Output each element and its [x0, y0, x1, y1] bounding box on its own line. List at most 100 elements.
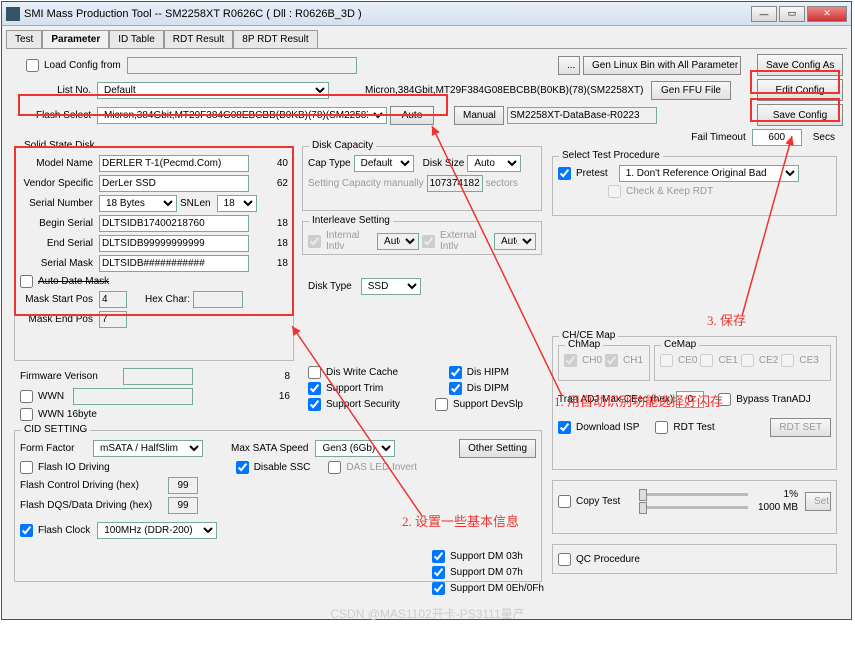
mb-slider[interactable]	[639, 502, 647, 514]
list-no-select[interactable]: Default	[97, 82, 329, 99]
pretest-check[interactable]	[558, 167, 571, 180]
model-name-field[interactable]	[99, 155, 249, 172]
edit-config-button[interactable]: Edit Config	[757, 79, 843, 101]
dwc-check[interactable]	[308, 366, 321, 379]
serial-select[interactable]: 18 Bytes	[99, 195, 177, 212]
mask-field[interactable]	[99, 255, 249, 272]
qc-label: QC Procedure	[576, 554, 640, 565]
browse-button[interactable]: ...	[558, 56, 580, 75]
snlen-select[interactable]: 18	[217, 195, 257, 212]
tab-idtable[interactable]: ID Table	[109, 30, 164, 48]
s07-label: Support DM 07h	[450, 567, 523, 578]
s0e-check[interactable]	[432, 582, 445, 595]
flash-select-label: Flash Select	[26, 110, 94, 121]
fdd-field[interactable]	[168, 497, 198, 514]
fw-field[interactable]	[123, 368, 193, 385]
load-config-field[interactable]	[127, 57, 357, 74]
sdev-check[interactable]	[435, 398, 448, 411]
other-setting-button[interactable]: Other Setting	[459, 439, 536, 458]
ce0-label: CE0	[678, 355, 697, 366]
gen-linux-button[interactable]: Gen Linux Bin with All Parameter	[583, 56, 741, 75]
dwc-label: Dis Write Cache	[326, 367, 398, 378]
clock-select[interactable]: 100MHz (DDR-200)	[97, 522, 217, 539]
disktype-label: Disk Type	[308, 281, 352, 292]
wwn16-check[interactable]	[20, 408, 33, 421]
fcd-field[interactable]	[168, 477, 198, 494]
save-config-button[interactable]: Save Config	[757, 104, 843, 126]
ssc-check[interactable]	[236, 461, 249, 474]
external-label: External Intlv	[440, 230, 491, 252]
das-check[interactable]	[328, 461, 341, 474]
pretest-label: Pretest	[576, 168, 608, 179]
sata-select[interactable]: Gen3 (6Gb)	[315, 440, 395, 457]
tab-rdt[interactable]: RDT Result	[164, 30, 234, 48]
ff-select[interactable]: mSATA / HalfSlim	[93, 440, 203, 457]
set-button[interactable]: Set	[805, 492, 831, 511]
external-select[interactable]: Auto	[494, 233, 536, 250]
qc-check[interactable]	[558, 553, 571, 566]
tab-8prdt[interactable]: 8P RDT Result	[233, 30, 317, 48]
load-config-check[interactable]	[26, 59, 39, 72]
gen-ffu-button[interactable]: Gen FFU File	[651, 81, 731, 100]
disktype-select[interactable]: SSD	[361, 278, 421, 295]
wwn-field[interactable]	[73, 388, 193, 405]
hipm-label: Dis HIPM	[467, 367, 509, 378]
ce3-check	[781, 354, 794, 367]
minimize-button[interactable]: —	[751, 6, 777, 22]
hipm-check[interactable]	[449, 366, 462, 379]
vendor-len: 62	[277, 178, 288, 189]
vendor-field[interactable]	[99, 175, 249, 192]
strim-check[interactable]	[308, 382, 321, 395]
end-label: End Serial	[20, 238, 96, 249]
fw-len: 8	[284, 371, 290, 382]
anno-text-2: 2. 设置一些基本信息	[402, 511, 519, 530]
internal-select[interactable]: Auto	[377, 233, 419, 250]
pretest-select[interactable]: 1. Don't Reference Original Bad	[619, 165, 799, 182]
tab-test[interactable]: Test	[6, 30, 42, 48]
save-config-as-button[interactable]: Save Config As	[757, 54, 843, 76]
hex-char-field[interactable]	[193, 291, 243, 308]
chmap-legend: ChMap	[565, 339, 603, 350]
sata-label: Max SATA Speed	[231, 443, 308, 454]
close-button[interactable]: ✕	[807, 6, 847, 22]
ch0-check	[564, 354, 577, 367]
disk-size-select[interactable]: Auto	[467, 155, 521, 172]
ce0-check	[660, 354, 673, 367]
ssec-check[interactable]	[308, 398, 321, 411]
auto-button[interactable]: Auto	[390, 106, 434, 125]
ssc-label: Disable SSC	[254, 462, 311, 473]
set-man-field[interactable]	[427, 175, 483, 192]
flash-io-check[interactable]	[20, 461, 33, 474]
wwn-check[interactable]	[20, 390, 33, 403]
internal-label: Internal Intlv	[326, 230, 374, 252]
tab-parameter[interactable]: Parameter	[42, 30, 109, 48]
msp-field[interactable]	[99, 291, 127, 308]
flash-select[interactable]: Micron,384Gbit,MT29F384G08EBCBB(B0KB)(78…	[97, 107, 387, 124]
copy-check[interactable]	[558, 495, 571, 508]
pct-slider[interactable]	[639, 489, 647, 501]
flash-clock-check[interactable]	[20, 524, 33, 537]
sdev-label: Support DevSlp	[453, 399, 523, 410]
rdttest-check[interactable]	[655, 421, 668, 434]
cap-type-select[interactable]: Default	[354, 155, 414, 172]
mep-field[interactable]	[99, 311, 127, 328]
rdtset-button[interactable]: RDT SET	[770, 418, 831, 437]
auto-date-check[interactable]	[20, 275, 33, 288]
stp-legend: Select Test Procedure	[559, 150, 663, 161]
begin-serial-field[interactable]	[99, 215, 249, 232]
ch1-label: CH1	[623, 355, 643, 366]
model-name-label: Model Name	[20, 158, 96, 169]
dipm-check[interactable]	[449, 382, 462, 395]
download-check[interactable]	[558, 421, 571, 434]
maximize-button[interactable]: ▭	[779, 6, 805, 22]
inter-legend: Interleave Setting	[309, 215, 393, 226]
fail-timeout-field[interactable]	[752, 129, 802, 146]
end-serial-field[interactable]	[99, 235, 249, 252]
ce1-label: CE1	[718, 355, 737, 366]
vendor-label: Vendor Specific	[20, 178, 96, 189]
manual-button[interactable]: Manual	[454, 106, 504, 125]
cap-type-label: Cap Type	[308, 158, 351, 169]
fail-timeout-label: Fail Timeout	[691, 132, 748, 143]
s07-check[interactable]	[432, 566, 445, 579]
s03-check[interactable]	[432, 550, 445, 563]
